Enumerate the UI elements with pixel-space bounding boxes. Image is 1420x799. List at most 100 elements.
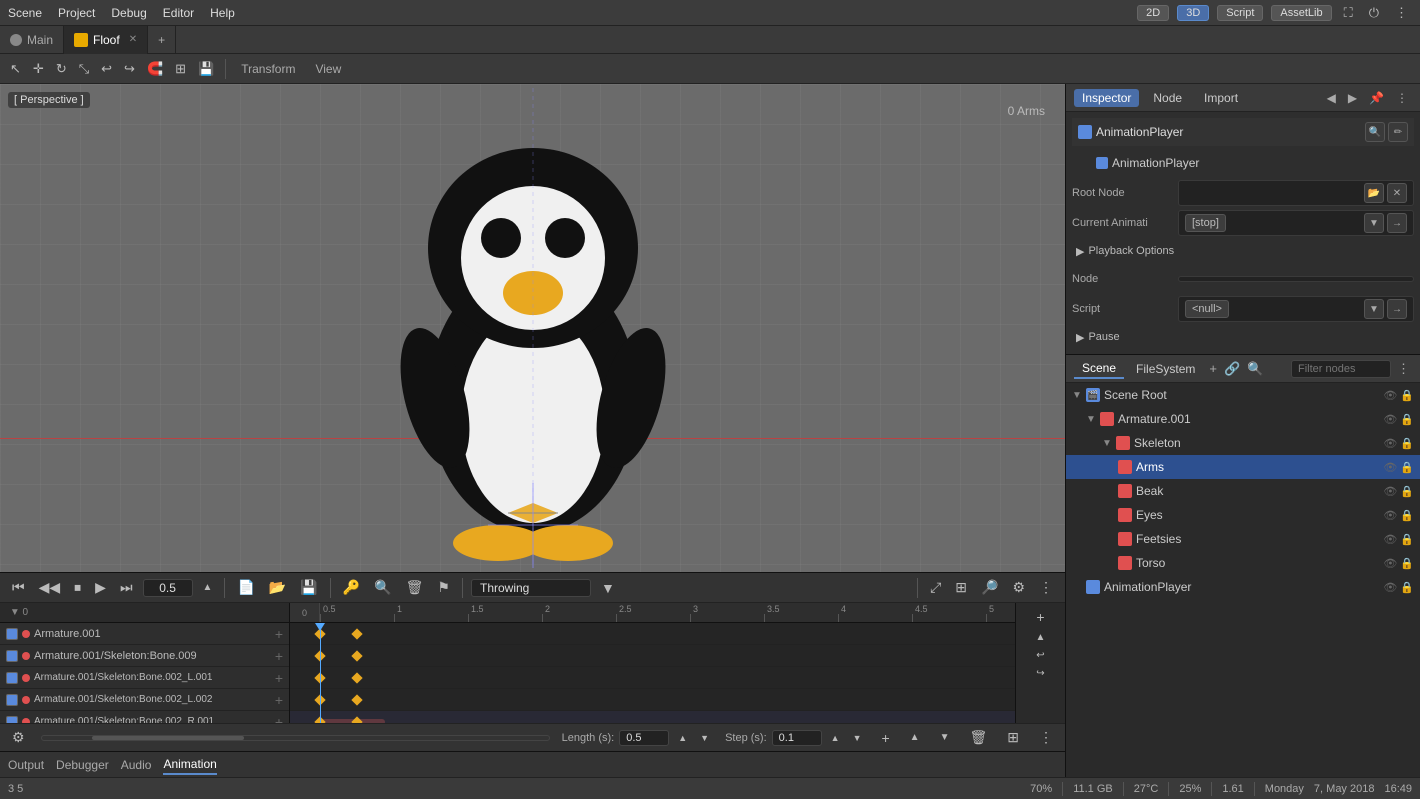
skeleton-eye-icon[interactable]: 👁 <box>1383 437 1397 450</box>
scene-root-lock-icon[interactable]: 🔒 <box>1400 389 1414 402</box>
anim-edit-btn[interactable]: ✏ <box>1388 122 1408 142</box>
viewport[interactable]: [ Perspective ] <box>0 84 1065 572</box>
inspector-settings-btn[interactable]: ⋮ <box>1392 89 1412 107</box>
track-check[interactable] <box>6 672 18 684</box>
menu-project[interactable]: Project <box>58 6 95 20</box>
track-add-btn[interactable]: + <box>275 626 283 642</box>
scene-tree[interactable]: ▼ 🎬 Scene Root 👁 🔒 ▼ Armature.001 👁 � <box>1066 383 1420 777</box>
keyframe[interactable] <box>351 628 362 639</box>
pause-section-header[interactable]: ▶ Pause <box>1072 326 1414 348</box>
tl-key-btn[interactable]: 🔑 <box>339 577 364 598</box>
inspector-history-fwd-btn[interactable]: ▶ <box>1344 89 1361 107</box>
toolbar-snap-btn[interactable]: 🧲 <box>143 59 167 79</box>
tl-folder-btn[interactable]: 📂 <box>265 577 290 598</box>
toolbar-scale-btn[interactable]: ⤡ <box>75 59 93 79</box>
anim-search-btn[interactable]: 🔍 <box>1365 122 1385 142</box>
playback-options-header[interactable]: ▶ Playback Options <box>1072 240 1414 262</box>
step-input[interactable] <box>772 730 822 746</box>
toolbar-rotate-btn[interactable]: ↻ <box>52 59 71 79</box>
more-btn[interactable]: ⋮ <box>1391 3 1412 23</box>
keyframe[interactable] <box>351 672 362 683</box>
step-up-btn[interactable]: ▲ <box>827 731 844 745</box>
eyes-lock-icon[interactable]: 🔒 <box>1400 509 1414 522</box>
root-node-clear-btn[interactable]: ✕ <box>1387 183 1407 203</box>
current-anim-value[interactable]: [stop] ▼ → <box>1178 210 1414 236</box>
tl-to-end-btn[interactable]: ⏭ <box>116 577 137 598</box>
tl-save-btn[interactable]: 💾 <box>296 577 321 598</box>
track-up-btn[interactable]: ▲ <box>1032 630 1050 645</box>
scene-filter-input[interactable] <box>1291 360 1391 378</box>
scene-settings-btn[interactable]: ⋮ <box>1395 359 1412 379</box>
mode-2d-btn[interactable]: 2D <box>1137 5 1169 21</box>
track-bone002-l001[interactable]: Armature.001/Skeleton:Bone.002_L.001 + <box>0 667 289 689</box>
track-check[interactable] <box>6 694 18 706</box>
timeline-tracks-area[interactable]: 0 0.5 1 1.5 2 2.5 3 3.5 4 4.5 5 <box>290 603 1015 723</box>
skeleton-lock-icon[interactable]: 🔒 <box>1400 437 1414 450</box>
keyframe[interactable] <box>351 716 362 723</box>
track-add-btn[interactable]: + <box>275 714 283 724</box>
output-tab-output[interactable]: Output <box>8 756 44 774</box>
toolbar-select-btn[interactable]: ↖ <box>6 59 25 79</box>
output-tab-debugger[interactable]: Debugger <box>56 756 109 774</box>
keyframe-row-3[interactable] <box>290 667 1015 689</box>
menu-debug[interactable]: Debug <box>111 6 146 20</box>
keyframe-row-4[interactable] <box>290 689 1015 711</box>
tab-floof[interactable]: Floof ✕ <box>64 26 148 54</box>
arms-eye-icon[interactable]: 👁 <box>1383 461 1397 474</box>
scene-link-btn[interactable]: 🔗 <box>1222 359 1242 379</box>
tree-arms[interactable]: Arms 👁 🔒 <box>1066 455 1420 479</box>
track-bone002-r001[interactable]: Armature.001/Skeleton:Bone.002_R.001 + <box>0 711 289 723</box>
track-check[interactable] <box>6 650 18 662</box>
anim-player-lock-icon[interactable]: 🔒 <box>1400 581 1414 594</box>
script-dropdown-btn[interactable]: ▼ <box>1364 299 1384 319</box>
tl-add-key-btn[interactable]: 📄 <box>233 577 258 598</box>
tree-armature001[interactable]: ▼ Armature.001 👁 🔒 <box>1066 407 1420 431</box>
output-tab-audio[interactable]: Audio <box>121 756 152 774</box>
node-value[interactable] <box>1178 276 1414 282</box>
inspector-pin-btn[interactable]: 📌 <box>1365 89 1388 107</box>
tl-key-down-btn[interactable]: ▼ <box>936 730 954 745</box>
tl-time-input[interactable] <box>143 579 193 597</box>
armature001-eye-icon[interactable]: 👁 <box>1383 413 1397 426</box>
current-anim-dropdown-btn[interactable]: ▼ <box>1364 213 1384 233</box>
tl-anim-dropdown-btn[interactable]: ▼ <box>597 578 619 598</box>
tree-eyes[interactable]: Eyes 👁 🔒 <box>1066 503 1420 527</box>
length-input[interactable] <box>619 730 669 746</box>
track-check[interactable] <box>6 628 18 640</box>
scene-tab-filesystem[interactable]: FileSystem <box>1128 360 1203 378</box>
fullscreen-btn[interactable]: ⛶ <box>1340 3 1357 23</box>
keyframe-row-2[interactable] <box>290 645 1015 667</box>
tree-animation-player[interactable]: AnimationPlayer 👁 🔒 <box>1066 575 1420 599</box>
keyframe[interactable] <box>351 650 362 661</box>
tl-play-fwd-btn[interactable]: ▶ <box>91 577 110 598</box>
arms-lock-icon[interactable]: 🔒 <box>1400 461 1414 474</box>
output-tab-animation[interactable]: Animation <box>163 755 216 775</box>
menu-scene[interactable]: Scene <box>8 6 42 20</box>
timeline-scrollbar[interactable] <box>41 735 550 741</box>
toolbar-undo-btn[interactable]: ↩ <box>97 59 116 79</box>
tl-stop-btn[interactable]: ⏹ <box>70 577 85 598</box>
beak-eye-icon[interactable]: 👁 <box>1383 485 1397 498</box>
keyframe[interactable] <box>351 694 362 705</box>
tl-play-back-btn[interactable]: ◀◀ <box>35 577 65 598</box>
mode-3d-btn[interactable]: 3D <box>1177 5 1209 21</box>
node-tab[interactable]: Node <box>1145 89 1190 107</box>
torso-eye-icon[interactable]: 👁 <box>1383 557 1397 570</box>
track-add-btn[interactable]: + <box>275 692 283 708</box>
minimize-btn[interactable]: ⏻ <box>1365 3 1383 23</box>
tl-zoom-btn[interactable]: 🔎 <box>977 577 1002 598</box>
tree-scene-root[interactable]: ▼ 🎬 Scene Root 👁 🔒 <box>1066 383 1420 407</box>
track-bone009[interactable]: Armature.001/Skeleton:Bone.009 + <box>0 645 289 667</box>
tl-settings-btn[interactable]: ⚙ <box>1008 577 1029 598</box>
tl-time-up-btn[interactable]: ▲ <box>199 580 217 595</box>
script-arrow-btn[interactable]: → <box>1387 299 1407 319</box>
current-anim-arrow-btn[interactable]: → <box>1387 213 1407 233</box>
keyframe-row-1[interactable] <box>290 623 1015 645</box>
toolbar-save-btn[interactable]: 💾 <box>194 59 218 79</box>
toolbar-redo-btn[interactable]: ↪ <box>120 59 139 79</box>
tl-filter-btn[interactable]: 🔍 <box>370 577 395 598</box>
tl-marker-btn[interactable]: ⚑ <box>433 577 454 598</box>
tl-settings-left-btn[interactable]: ⚙ <box>8 727 29 748</box>
add-track-btn[interactable]: + <box>1032 607 1048 627</box>
script-value[interactable]: <null> ▼ → <box>1178 296 1414 322</box>
